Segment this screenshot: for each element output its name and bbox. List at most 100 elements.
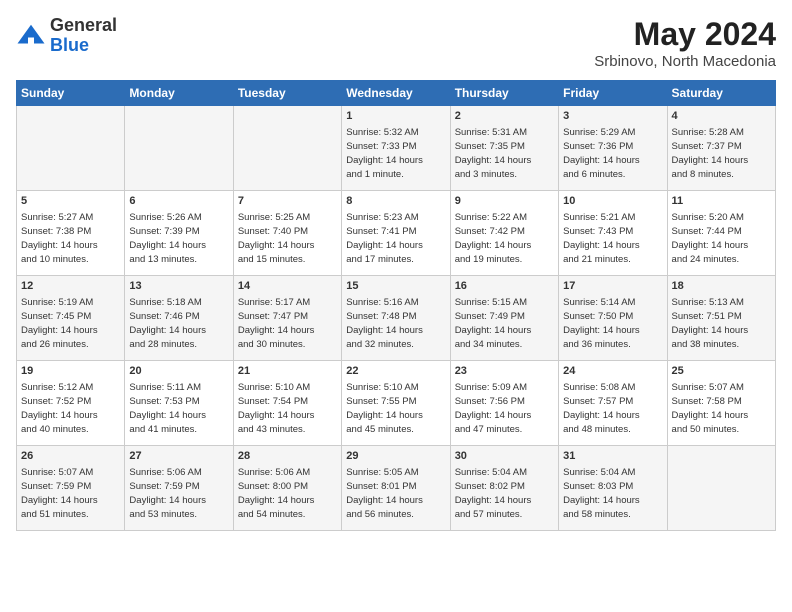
cell-info: Sunrise: 5:22 AM Sunset: 7:42 PM Dayligh… (455, 212, 532, 265)
calendar-cell: 30 Sunrise: 5:04 AM Sunset: 8:02 PM Dayli… (450, 446, 558, 531)
calendar-cell (125, 106, 233, 191)
weekday-header: Tuesday (233, 81, 341, 106)
cell-info: Sunrise: 5:20 AM Sunset: 7:44 PM Dayligh… (672, 212, 749, 265)
cell-info: Sunrise: 5:13 AM Sunset: 7:51 PM Dayligh… (672, 297, 749, 350)
cell-info: Sunrise: 5:15 AM Sunset: 7:49 PM Dayligh… (455, 297, 532, 350)
calendar-cell: 8Sunrise: 5:23 AM Sunset: 7:41 PM Daylig… (342, 191, 450, 276)
day-number: 1 (346, 109, 445, 124)
day-number: 26 (21, 449, 120, 464)
cell-info: Sunrise: 5:04 AM Sunset: 8:03 PM Dayligh… (563, 467, 640, 520)
calendar-cell: 11Sunrise: 5:20 AM Sunset: 7:44 PM Dayli… (667, 191, 775, 276)
weekday-header: Sunday (17, 81, 125, 106)
calendar-cell: 23Sunrise: 5:09 AM Sunset: 7:56 PM Dayli… (450, 361, 558, 446)
calendar-cell (233, 106, 341, 191)
calendar-cell: 4 Sunrise: 5:28 AM Sunset: 7:37 PM Daylig… (667, 106, 775, 191)
calendar-cell: 25 Sunrise: 5:07 AM Sunset: 7:58 PM Dayli… (667, 361, 775, 446)
logo-text: General Blue (50, 16, 117, 56)
day-number: 18 (672, 279, 771, 294)
day-number: 9 (455, 194, 554, 209)
cell-info: Sunrise: 5:16 AM Sunset: 7:48 PM Dayligh… (346, 297, 423, 350)
cell-info: Sunrise: 5:32 AM Sunset: 7:33 PM Dayligh… (346, 127, 423, 180)
day-number: 30 (455, 449, 554, 464)
calendar-cell: 18 Sunrise: 5:13 AM Sunset: 7:51 PM Dayli… (667, 276, 775, 361)
cell-info: Sunrise: 5:08 AM Sunset: 7:57 PM Dayligh… (563, 382, 640, 435)
page-header: General Blue May 2024 Srbinovo, North Ma… (16, 16, 776, 70)
calendar-cell: 13 Sunrise: 5:18 AM Sunset: 7:46 PM Dayli… (125, 276, 233, 361)
cell-info: Sunrise: 5:19 AM Sunset: 7:45 PM Dayligh… (21, 297, 98, 350)
calendar-cell: 17Sunrise: 5:14 AM Sunset: 7:50 PM Dayli… (559, 276, 667, 361)
calendar-cell: 21 Sunrise: 5:10 AM Sunset: 7:54 PM Dayli… (233, 361, 341, 446)
cell-info: Sunrise: 5:06 AM Sunset: 7:59 PM Dayligh… (129, 467, 206, 520)
cell-info: Sunrise: 5:09 AM Sunset: 7:56 PM Dayligh… (455, 382, 532, 435)
calendar-cell: 27 Sunrise: 5:06 AM Sunset: 7:59 PM Dayli… (125, 446, 233, 531)
day-number: 31 (563, 449, 662, 464)
day-number: 14 (238, 279, 337, 294)
weekday-header: Saturday (667, 81, 775, 106)
cell-info: Sunrise: 5:07 AM Sunset: 7:59 PM Dayligh… (21, 467, 98, 520)
day-number: 25 (672, 364, 771, 379)
calendar-cell: 28 Sunrise: 5:06 AM Sunset: 8:00 PM Dayli… (233, 446, 341, 531)
calendar-cell: 14Sunrise: 5:17 AM Sunset: 7:47 PM Dayli… (233, 276, 341, 361)
cell-info: Sunrise: 5:25 AM Sunset: 7:40 PM Dayligh… (238, 212, 315, 265)
cell-info: Sunrise: 5:05 AM Sunset: 8:01 PM Dayligh… (346, 467, 423, 520)
cell-info: Sunrise: 5:06 AM Sunset: 8:00 PM Dayligh… (238, 467, 315, 520)
weekday-header: Wednesday (342, 81, 450, 106)
calendar-cell: 24 Sunrise: 5:08 AM Sunset: 7:57 PM Dayli… (559, 361, 667, 446)
calendar-table: SundayMondayTuesdayWednesdayThursdayFrid… (16, 80, 776, 531)
day-number: 16 (455, 279, 554, 294)
day-number: 22 (346, 364, 445, 379)
calendar-cell (667, 446, 775, 531)
calendar-cell: 10Sunrise: 5:21 AM Sunset: 7:43 PM Dayli… (559, 191, 667, 276)
weekday-header: Monday (125, 81, 233, 106)
cell-info: Sunrise: 5:18 AM Sunset: 7:46 PM Dayligh… (129, 297, 206, 350)
logo: General Blue (16, 16, 117, 56)
day-number: 29 (346, 449, 445, 464)
calendar-cell: 22 Sunrise: 5:10 AM Sunset: 7:55 PM Dayli… (342, 361, 450, 446)
logo-general: General (50, 16, 117, 36)
calendar-cell: 3Sunrise: 5:29 AM Sunset: 7:36 PM Daylig… (559, 106, 667, 191)
day-number: 4 (672, 109, 771, 124)
calendar-cell: 29 Sunrise: 5:05 AM Sunset: 8:01 PM Dayli… (342, 446, 450, 531)
calendar-week-row: 5Sunrise: 5:27 AM Sunset: 7:38 PM Daylig… (17, 191, 776, 276)
calendar-cell: 20Sunrise: 5:11 AM Sunset: 7:53 PM Dayli… (125, 361, 233, 446)
calendar-cell: 9 Sunrise: 5:22 AM Sunset: 7:42 PM Daylig… (450, 191, 558, 276)
day-number: 6 (129, 194, 228, 209)
calendar-body: 1 Sunrise: 5:32 AM Sunset: 7:33 PM Daylig… (17, 106, 776, 531)
day-number: 10 (563, 194, 662, 209)
day-number: 13 (129, 279, 228, 294)
location: Srbinovo, North Macedonia (594, 53, 776, 70)
cell-info: Sunrise: 5:10 AM Sunset: 7:55 PM Dayligh… (346, 382, 423, 435)
cell-info: Sunrise: 5:28 AM Sunset: 7:37 PM Dayligh… (672, 127, 749, 180)
cell-info: Sunrise: 5:10 AM Sunset: 7:54 PM Dayligh… (238, 382, 315, 435)
cell-info: Sunrise: 5:26 AM Sunset: 7:39 PM Dayligh… (129, 212, 206, 265)
cell-info: Sunrise: 5:23 AM Sunset: 7:41 PM Dayligh… (346, 212, 423, 265)
cell-info: Sunrise: 5:11 AM Sunset: 7:53 PM Dayligh… (129, 382, 206, 435)
day-number: 28 (238, 449, 337, 464)
calendar-cell: 16 Sunrise: 5:15 AM Sunset: 7:49 PM Dayli… (450, 276, 558, 361)
day-number: 12 (21, 279, 120, 294)
day-number: 7 (238, 194, 337, 209)
cell-info: Sunrise: 5:31 AM Sunset: 7:35 PM Dayligh… (455, 127, 532, 180)
calendar-cell: 19 Sunrise: 5:12 AM Sunset: 7:52 PM Dayli… (17, 361, 125, 446)
cell-info: Sunrise: 5:12 AM Sunset: 7:52 PM Dayligh… (21, 382, 98, 435)
logo-blue: Blue (50, 36, 117, 56)
calendar-cell: 31 Sunrise: 5:04 AM Sunset: 8:03 PM Dayli… (559, 446, 667, 531)
calendar-header: SundayMondayTuesdayWednesdayThursdayFrid… (17, 81, 776, 106)
calendar-cell: 26 Sunrise: 5:07 AM Sunset: 7:59 PM Dayli… (17, 446, 125, 531)
day-number: 17 (563, 279, 662, 294)
weekday-header: Thursday (450, 81, 558, 106)
day-number: 19 (21, 364, 120, 379)
day-number: 27 (129, 449, 228, 464)
calendar-week-row: 12 Sunrise: 5:19 AM Sunset: 7:45 PM Dayli… (17, 276, 776, 361)
day-number: 3 (563, 109, 662, 124)
calendar-cell (17, 106, 125, 191)
cell-info: Sunrise: 5:07 AM Sunset: 7:58 PM Dayligh… (672, 382, 749, 435)
calendar-cell: 12 Sunrise: 5:19 AM Sunset: 7:45 PM Dayli… (17, 276, 125, 361)
calendar-cell: 5Sunrise: 5:27 AM Sunset: 7:38 PM Daylig… (17, 191, 125, 276)
title-block: May 2024 Srbinovo, North Macedonia (594, 16, 776, 70)
day-number: 5 (21, 194, 120, 209)
cell-info: Sunrise: 5:04 AM Sunset: 8:02 PM Dayligh… (455, 467, 532, 520)
day-number: 24 (563, 364, 662, 379)
day-number: 21 (238, 364, 337, 379)
logo-icon (16, 21, 46, 51)
